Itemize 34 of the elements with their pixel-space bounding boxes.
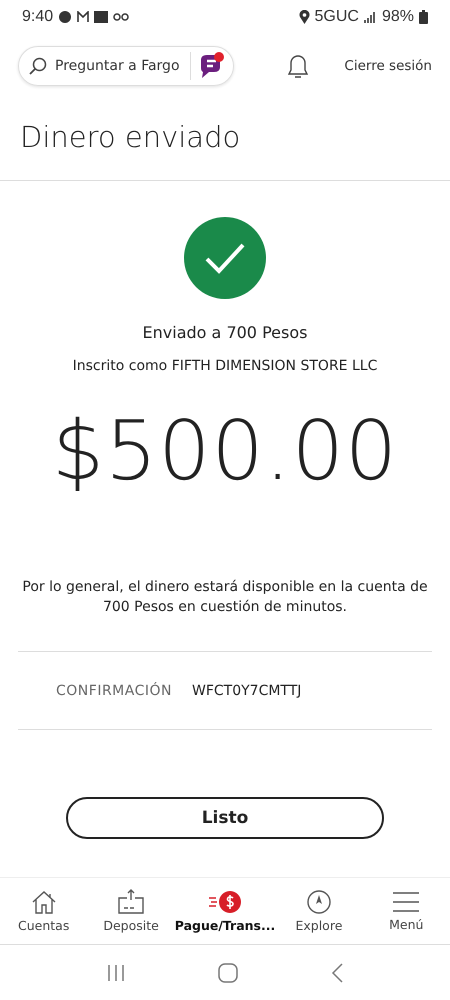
home-button-icon[interactable]	[218, 962, 238, 982]
nav-tab[interactable]: Pague/Trans...	[174, 918, 276, 933]
compass-icon	[306, 889, 332, 915]
nav-tab[interactable]: Cuentas	[18, 918, 70, 933]
battery-icon	[419, 10, 428, 24]
bell-icon[interactable]	[286, 53, 310, 79]
page-title: Dinero enviado	[0, 98, 450, 181]
mail-icon	[77, 11, 90, 23]
back-icon[interactable]	[331, 962, 344, 982]
search-icon	[29, 57, 47, 75]
logout-link[interactable]: Cierre sesión	[344, 58, 432, 74]
enrolled-name: Inscrito como FIFTH DIMENSION STORE LLC	[72, 358, 378, 374]
battery-percent: 98%	[382, 8, 414, 26]
clock-time: 9:40	[22, 8, 54, 26]
success-check-icon	[184, 217, 266, 299]
confirmation-code: WFCT0Y7CMTTJ	[192, 682, 302, 698]
nav-tab[interactable]: Deposite	[103, 918, 159, 933]
nav-tab[interactable]: Explore	[295, 918, 342, 933]
availability-note: Por lo general, el dinero estará disponible en la cuenta de 700 Pesos en cuestión de minutos.	[21, 578, 429, 617]
location-icon	[298, 10, 310, 24]
confirmation-label: CONFIRMACIÓN	[56, 682, 172, 698]
signal-icon	[364, 11, 377, 23]
deposit-icon	[117, 889, 146, 915]
menu-icon	[392, 890, 420, 914]
recipient-text: Enviado a 700 Pesos	[142, 323, 308, 342]
app-icon	[94, 11, 108, 23]
pay-icon	[207, 889, 243, 915]
voicemail-icon	[113, 13, 130, 21]
network-type: 5GUC	[314, 8, 359, 26]
recents-icon[interactable]	[106, 964, 125, 982]
search-bar[interactable]: Preguntar a Fargo	[18, 46, 234, 86]
done-button[interactable]: Listo	[66, 797, 384, 839]
amount: $500.00	[52, 404, 398, 499]
nav-tab[interactable]: Menú	[389, 917, 424, 932]
